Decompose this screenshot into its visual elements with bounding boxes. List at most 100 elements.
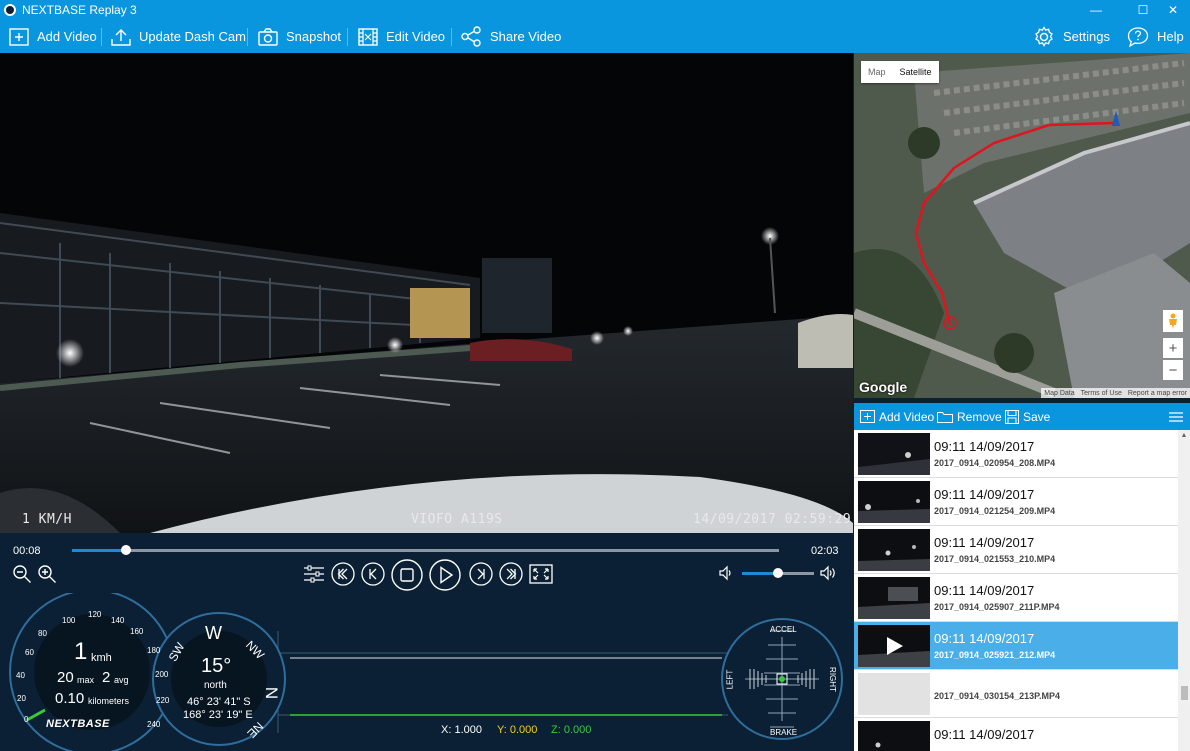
seek-bar[interactable]	[72, 545, 779, 555]
playlist-item-selected[interactable]: 09:11 14/09/2017 2017_0914_025921_212.MP…	[854, 622, 1178, 670]
clip-thumbnail	[858, 577, 930, 619]
close-button[interactable]: ✕	[1156, 0, 1190, 20]
minimize-button[interactable]: —	[1079, 0, 1113, 20]
video-player[interactable]: 1 KM/H VIOFO A119S 14/09/2017 02:59:29	[0, 53, 853, 533]
seek-handle[interactable]	[120, 545, 131, 555]
main-toolbar: Add Video Update Dash Cam Snapshot Edit …	[0, 20, 1190, 53]
map-footer: Map Data Terms of Use Report a map error	[1041, 388, 1190, 398]
clip-filename: 2017_0914_030154_213P.MP4	[934, 691, 1060, 701]
edit-video-label: Edit Video	[386, 29, 446, 44]
help-icon	[1127, 26, 1149, 47]
map-type-switch: Map Satellite	[861, 61, 939, 83]
toolbar-divider	[451, 28, 452, 46]
clip-time: 09:11 14/09/2017	[934, 535, 1035, 550]
brake-label: BRAKE	[770, 728, 798, 737]
toolbar-divider	[347, 28, 348, 46]
adjustments-button[interactable]	[302, 563, 326, 585]
fullscreen-button[interactable]	[528, 563, 554, 585]
share-video-button[interactable]: Share Video	[461, 20, 561, 53]
step-forward-button[interactable]	[469, 562, 493, 586]
step-back-button[interactable]	[361, 562, 385, 586]
maximize-button[interactable]: ☐	[1126, 0, 1160, 20]
current-time: 00:08	[13, 545, 41, 557]
previous-clip-button[interactable]	[331, 562, 355, 586]
settings-button[interactable]: Settings	[1033, 20, 1110, 53]
playlist-add-video-button[interactable]: Add Video	[860, 403, 934, 430]
compass-letter: N	[262, 686, 282, 700]
playlist-item[interactable]: 09:11 14/09/2017 2017_0914_021254_209.MP…	[854, 478, 1178, 526]
volume-handle[interactable]	[773, 568, 783, 578]
clip-thumbnail	[858, 433, 930, 475]
add-video-icon	[9, 27, 29, 46]
stop-button[interactable]	[391, 559, 423, 591]
speed-scale-label: 220	[156, 696, 170, 705]
add-video-icon	[860, 410, 875, 423]
speed-scale-label: 60	[25, 648, 34, 657]
playlist-remove-button[interactable]: Remove	[937, 403, 1002, 430]
clip-thumbnail	[858, 721, 930, 751]
clip-thumbnail	[858, 481, 930, 523]
clip-thumbnail	[858, 529, 930, 571]
add-video-button[interactable]: Add Video	[9, 20, 97, 53]
playlist-toolbar: Add Video Remove Save	[854, 403, 1190, 430]
playlist-item[interactable]: 09:11 14/09/2017 2017_0914_020954_208.MP…	[854, 430, 1178, 478]
gear-icon	[1035, 25, 1053, 47]
next-clip-button[interactable]	[499, 562, 523, 586]
clip-filename: 2017_0914_021553_210.MP4	[934, 554, 1056, 564]
z-axis-value: Z: 0.000	[551, 724, 592, 736]
volume-slider[interactable]	[742, 568, 814, 578]
snapshot-label: Snapshot	[286, 29, 341, 44]
help-label: Help	[1157, 29, 1184, 44]
step-back-icon	[361, 562, 385, 586]
sliders-icon	[304, 565, 324, 583]
map-type-satellite[interactable]: Satellite	[893, 61, 939, 83]
report-map-error-link[interactable]: Report a map error	[1128, 390, 1187, 397]
share-icon	[461, 26, 481, 47]
duration: 02:03	[811, 545, 839, 557]
clip-time: 09:11 14/09/2017	[934, 439, 1035, 454]
max-speed-label: max	[77, 675, 95, 685]
left-label: LEFT	[725, 669, 735, 690]
snapshot-button[interactable]: Snapshot	[258, 20, 341, 53]
video-overlay-timestamp: 14/09/2017 02:59:29	[693, 512, 852, 527]
edit-video-button[interactable]: Edit Video	[358, 20, 445, 53]
update-dash-cam-button[interactable]: Update Dash Cam	[111, 20, 246, 53]
map-zoom-in-button[interactable]: +	[1163, 338, 1183, 358]
zoom-in-button[interactable]	[36, 563, 58, 585]
share-video-label: Share Video	[490, 29, 562, 44]
speed-scale-label: 100	[62, 616, 76, 625]
longitude: 168° 23' 19" E	[183, 709, 253, 721]
play-button[interactable]	[429, 559, 461, 591]
folder-remove-icon	[937, 412, 953, 423]
street-view-pegman[interactable]	[1163, 310, 1183, 332]
map-type-map[interactable]: Map	[861, 61, 893, 83]
playlist-item[interactable]: 2017_0914_030154_213P.MP4	[854, 670, 1178, 718]
map-data-link[interactable]: Map Data	[1044, 390, 1074, 397]
scroll-up-icon[interactable]: ▲	[1180, 432, 1188, 440]
playlist-menu-button[interactable]	[1169, 403, 1183, 430]
scrollbar-thumb[interactable]	[1181, 686, 1188, 700]
playlist-remove-label: Remove	[957, 409, 1002, 424]
compass-bearing: 15°	[201, 655, 232, 677]
mute-button[interactable]	[717, 564, 735, 582]
zoom-in-icon	[38, 565, 56, 583]
terms-of-use-link[interactable]: Terms of Use	[1081, 390, 1122, 397]
speed-scale-label: 120	[88, 610, 102, 619]
playlist-scrollbar[interactable]: ▲	[1178, 430, 1190, 751]
speed-scale-label: 180	[147, 646, 161, 655]
playlist-item[interactable]: 09:11 14/09/2017 2017_0914_025907_211P.M…	[854, 574, 1178, 622]
clip-time: 09:11 14/09/2017	[934, 583, 1035, 598]
volume-max-button[interactable]	[818, 564, 840, 582]
route-map[interactable]: Map Satellite + − Google Map Data Terms …	[854, 53, 1190, 398]
help-button[interactable]: Help	[1127, 20, 1184, 53]
playlist-item[interactable]: 09:11 14/09/2017	[854, 718, 1178, 751]
clip-thumbnail	[858, 625, 930, 667]
title-bar: NEXTBASE Replay 3 — ☐ ✕	[0, 0, 1190, 20]
play-icon	[429, 559, 461, 591]
playlist-save-button[interactable]: Save	[1005, 403, 1050, 430]
zoom-out-button[interactable]	[11, 563, 33, 585]
speed-scale-label: 0	[24, 715, 29, 724]
map-zoom-out-button[interactable]: −	[1163, 360, 1183, 380]
x-axis-value: X: 1.000	[441, 724, 482, 736]
playlist-item[interactable]: 09:11 14/09/2017 2017_0914_021553_210.MP…	[854, 526, 1178, 574]
